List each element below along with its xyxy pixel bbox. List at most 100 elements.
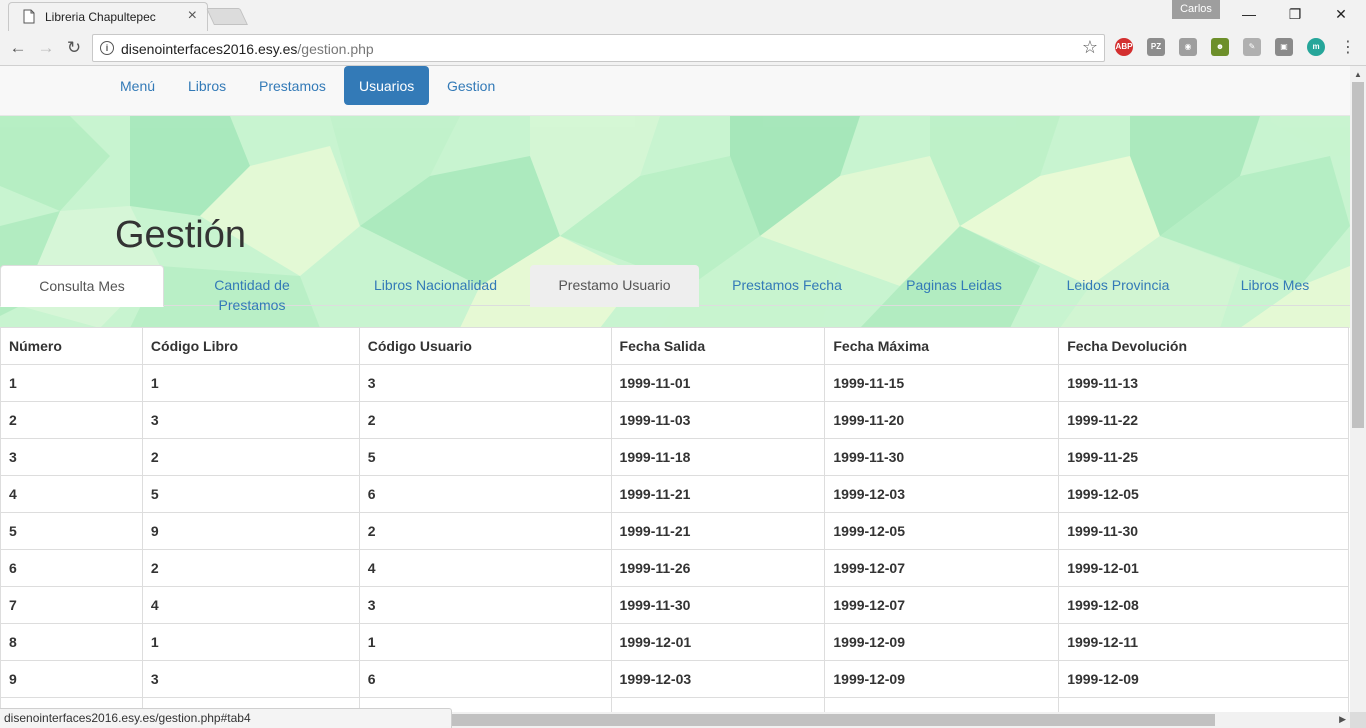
table-cell: 5 [358,438,612,476]
site-navbar: Menú Libros Prestamos Usuarios Gestion [0,66,1350,116]
table-cell: 2 [141,549,360,587]
table-row: 2 3 2 1999-11-03 1999-11-20 1999-11-22 [0,401,1349,439]
table-cell: 1999-11-21 [610,475,826,513]
horizontal-scroll-thumb[interactable] [452,714,1215,726]
table-cell: 1999-12-05 [1058,475,1349,513]
tab-cantidad-prestamos[interactable]: Cantidad de Prestamos [192,265,312,313]
tab-paginas-leidas[interactable]: Paginas Leidas [891,265,1017,307]
status-bar-url: disenointerfaces2016.esy.es/gestion.php#… [0,708,452,728]
table-cell: 4 [0,475,143,513]
address-bar[interactable]: i disenointerfaces2016.esy.es/gestion.ph… [92,34,1105,62]
table-cell [1058,697,1349,712]
table-cell: 1999-11-01 [610,364,826,402]
close-window-icon[interactable]: ✕ [1318,0,1364,28]
scrollbar-corner [1350,712,1366,728]
minimize-icon[interactable]: — [1226,0,1272,28]
tab-leidos-provincia[interactable]: Leidos Provincia [1051,265,1185,307]
table-cell: 4 [358,549,612,587]
character-icon[interactable]: ☻ [1211,38,1229,56]
tab-prestamos-fecha[interactable]: Prestamos Fecha [716,265,858,307]
adblock-plus-icon[interactable]: ABP [1115,38,1133,56]
table-cell: 6 [358,660,612,698]
nav-menu[interactable]: Menú [105,66,170,106]
forward-icon[interactable]: → [34,36,58,60]
table-cell: 2 [358,401,612,439]
nav-libros[interactable]: Libros [173,66,241,106]
page-viewport: Menú Libros Prestamos Usuarios Gestion G… [0,66,1350,712]
tab-consulta-mes[interactable]: Consulta Mes [0,265,164,307]
table-cell: 4 [141,586,360,624]
table-cell: 6 [0,549,143,587]
table-cell: 1999-11-30 [610,586,826,624]
table-cell: 1999-11-30 [1058,512,1349,550]
tab-title: Libreria Chapultepec [45,10,156,24]
table-cell: 9 [141,512,360,550]
table-cell: 1999-12-08 [1058,586,1349,624]
table-cell: 1999-11-30 [824,438,1060,476]
m-icon[interactable]: m [1307,38,1325,56]
table-cell: 9 [0,660,143,698]
table-row: 8 1 1 1999-12-01 1999-12-09 1999-12-11 [0,623,1349,661]
table-row: 1 1 3 1999-11-01 1999-11-15 1999-11-13 [0,364,1349,402]
table-cell: 5 [141,475,360,513]
gestion-tabs: Consulta Mes Cantidad de Prestamos Libro… [0,265,1350,327]
table-cell: 6 [358,475,612,513]
table-cell: 2 [141,438,360,476]
page-icon [23,9,35,24]
tab-libros-nacionalidad[interactable]: Libros Nacionalidad [358,265,513,307]
table-cell: 1 [141,364,360,402]
table-cell: 1999-11-18 [610,438,826,476]
table-cell: 1999-11-15 [824,364,1060,402]
close-tab-icon[interactable]: × [188,7,197,25]
table-cell: 1999-12-09 [1058,660,1349,698]
table-cell: 1999-11-22 [1058,401,1349,439]
new-tab-button[interactable] [206,8,248,25]
nav-prestamos[interactable]: Prestamos [244,66,341,106]
menu-dots-icon[interactable]: ⋮ [1336,36,1360,60]
back-icon[interactable]: ← [6,36,30,60]
vertical-scrollbar[interactable]: ▲ [1350,66,1366,712]
table-cell: 1999-12-07 [824,549,1060,587]
table-cell: 1999-11-13 [1058,364,1349,402]
column-header: Fecha Devolución [1058,327,1349,365]
scroll-up-icon[interactable]: ▲ [1354,70,1362,79]
vertical-scroll-thumb[interactable] [1352,82,1364,428]
pz-icon[interactable]: PZ [1147,38,1165,56]
table-row: 7 4 3 1999-11-30 1999-12-07 1999-12-08 [0,586,1349,624]
nav-usuarios[interactable]: Usuarios [344,66,430,105]
table-cell: 1 [358,623,612,661]
table-cell: 1999-12-09 [824,660,1060,698]
restore-icon[interactable]: ❐ [1272,0,1318,28]
url-text[interactable]: disenointerfaces2016.esy.es/gestion.php [121,41,374,57]
nav-gestion[interactable]: Gestion [432,66,510,106]
table-cell: 3 [0,438,143,476]
table-cell: 3 [358,586,612,624]
table-cell: 1999-12-03 [824,475,1060,513]
prestamos-table-wrap: Número Código Libro Código Usuario Fecha… [0,327,1350,712]
bookmark-star-icon[interactable]: ☆ [1082,37,1098,58]
table-cell [824,697,1060,712]
table-cell: 1999-11-03 [610,401,826,439]
page-title: Gestión [115,214,246,256]
camera-icon[interactable]: ◉ [1179,38,1197,56]
browser-title-bar: Libreria Chapultepec × Carlos — ❐ ✕ [0,0,1366,31]
evernote-icon[interactable]: ▣ [1275,38,1293,56]
prestamos-table: Número Código Libro Código Usuario Fecha… [0,327,1349,712]
scroll-right-icon[interactable]: ▶ [1339,714,1346,725]
reload-icon[interactable]: ↻ [62,36,86,60]
tab-prestamo-usuario[interactable]: Prestamo Usuario [530,265,699,307]
table-cell: 1999-12-01 [610,623,826,661]
table-cell: 1 [0,364,143,402]
table-cell: 2 [0,401,143,439]
table-cell: 1999-11-21 [610,512,826,550]
pen-icon[interactable]: ✎ [1243,38,1261,56]
table-cell: 1999-12-03 [610,660,826,698]
tab-libros-mes[interactable]: Libros Mes [1225,265,1325,307]
browser-tab[interactable]: Libreria Chapultepec × [8,2,208,31]
profile-badge[interactable]: Carlos [1172,0,1220,19]
table-cell: 8 [0,623,143,661]
column-header: Fecha Salida [610,327,826,365]
table-cell: 1999-12-05 [824,512,1060,550]
site-info-icon[interactable]: i [100,41,114,55]
table-cell: 5 [0,512,143,550]
